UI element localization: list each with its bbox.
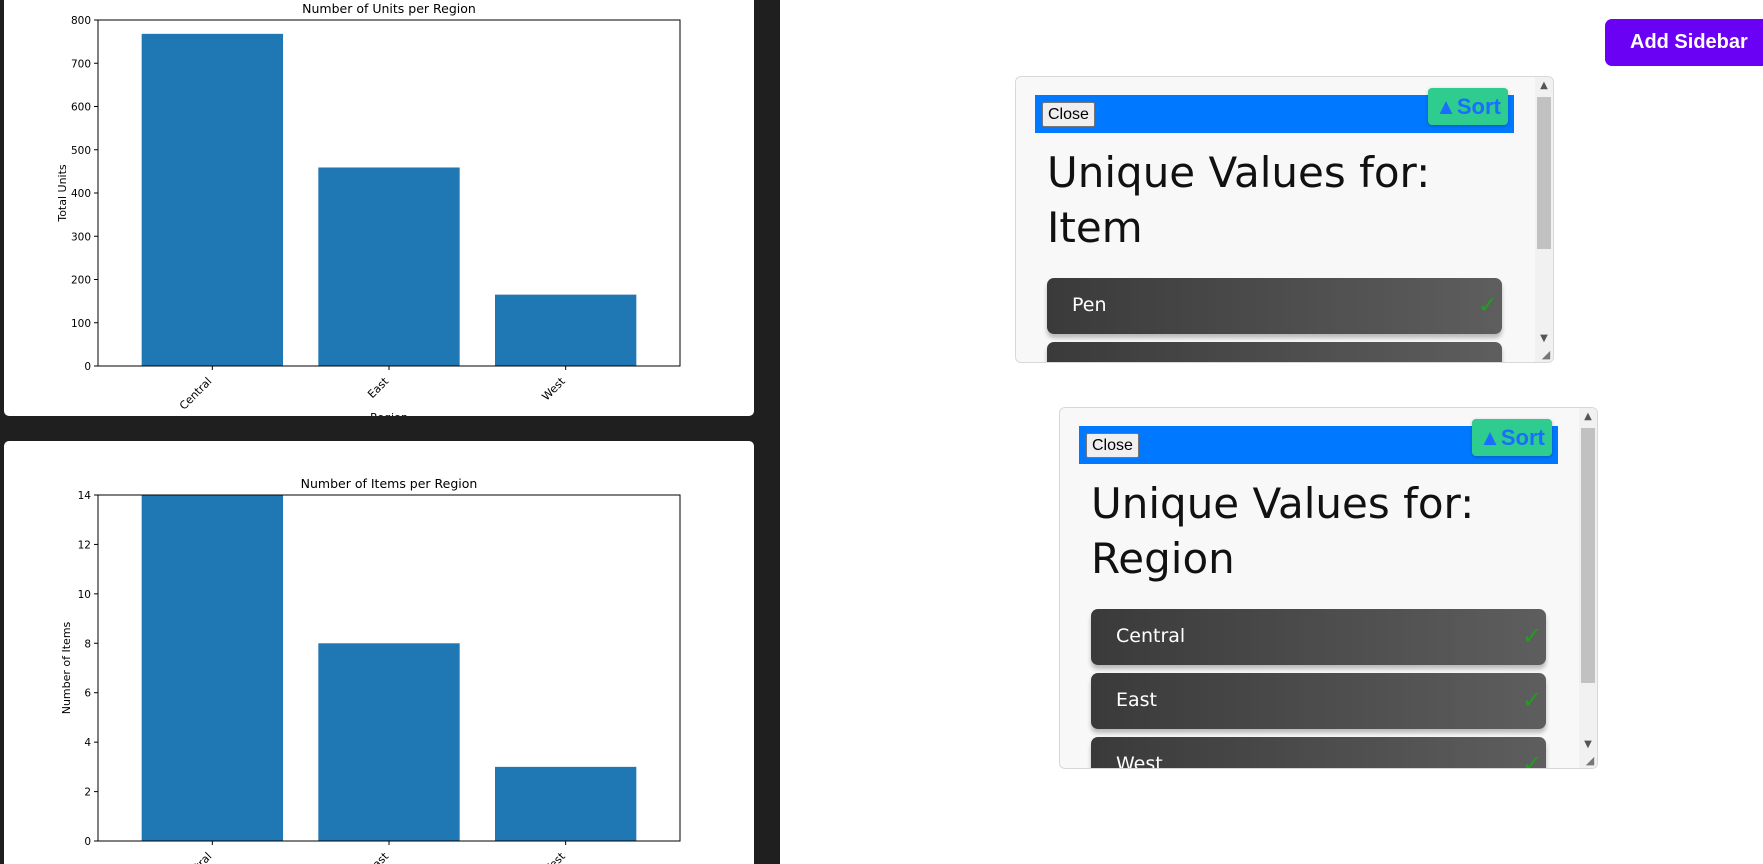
scroll-down-arrow-icon[interactable]: ▼	[1579, 738, 1597, 752]
resize-handle-icon[interactable]: ◢	[1584, 755, 1596, 767]
value-label: Pen	[1072, 294, 1107, 316]
y-tick-label: 0	[84, 836, 91, 848]
value-item[interactable]: West ✓	[1091, 737, 1546, 768]
value-list: Central ✓ East ✓ West ✓	[1091, 609, 1546, 768]
x-tick-label: East	[365, 374, 391, 400]
chart-panel: Number of Units per Region Central East Wes…	[0, 0, 780, 864]
scrollbar[interactable]: ▲ ▼	[1579, 408, 1597, 768]
close-button[interactable]: Close	[1042, 102, 1095, 127]
x-axis-label: Region	[370, 411, 408, 416]
y-tick-label: 2	[84, 787, 91, 799]
x-tick-label: Central	[177, 375, 215, 413]
items-chart-card: Number of Items per Region Central East Wes…	[4, 441, 754, 864]
chart-title: Number of Units per Region	[302, 1, 476, 16]
popup-content: Close ▲Sort Unique Values for: Region Ce…	[1060, 408, 1579, 768]
x-tick-label: West	[539, 374, 568, 403]
value-label: East	[1116, 689, 1157, 711]
y-tick-label: 10	[78, 589, 91, 601]
y-tick-label: 6	[84, 688, 91, 700]
check-icon: ✓	[1521, 622, 1542, 650]
scrollbar[interactable]: ▲ ▼	[1535, 77, 1553, 362]
y-tick-label: 12	[78, 539, 91, 551]
bar	[141, 495, 283, 841]
popup-title: Unique Values for: Region	[1091, 479, 1475, 583]
value-label: Central	[1116, 625, 1186, 647]
value-item[interactable]: Pen ✓	[1047, 278, 1502, 334]
popup-content: Close ▲Sort Unique Values for: Item Pen …	[1016, 77, 1535, 362]
bar	[495, 294, 637, 366]
scroll-down-arrow-icon[interactable]: ▼	[1535, 332, 1553, 346]
units-chart-card: Number of Units per Region Central East Wes…	[4, 0, 754, 416]
value-item[interactable]	[1047, 342, 1502, 362]
value-item[interactable]: Central ✓	[1091, 609, 1546, 665]
items-per-region-chart: Number of Items per Region Central East Wes…	[60, 476, 681, 864]
x-tick-label: West	[539, 849, 568, 864]
add-sidebar-button[interactable]: Add Sidebar	[1605, 19, 1763, 66]
chart-title: Number of Items per Region	[301, 476, 478, 491]
unique-values-popup-region: Close ▲Sort Unique Values for: Region Ce…	[1059, 407, 1598, 769]
value-label: West	[1116, 753, 1163, 768]
y-tick-label: 100	[71, 318, 91, 330]
units-per-region-chart: Number of Units per Region Central East Wes…	[56, 1, 681, 416]
scroll-up-arrow-icon[interactable]: ▲	[1579, 410, 1597, 424]
scroll-thumb[interactable]	[1581, 428, 1595, 683]
check-icon: ✓	[1477, 291, 1498, 319]
scroll-thumb[interactable]	[1537, 97, 1551, 249]
y-tick-label: 200	[71, 275, 91, 287]
y-axis-label: Total Units	[56, 164, 69, 223]
y-axis-label: Number of Items	[60, 621, 73, 714]
sort-button[interactable]: ▲Sort	[1472, 419, 1552, 456]
bar	[141, 33, 283, 367]
value-list: Pen ✓	[1047, 278, 1502, 362]
popup-header: Close ▲Sort	[1035, 88, 1514, 133]
y-tick-label: 700	[71, 58, 91, 70]
y-tick-label: 500	[71, 145, 91, 157]
popup-header: Close ▲Sort	[1079, 419, 1558, 464]
y-tick-label: 0	[84, 361, 91, 373]
sort-button[interactable]: ▲Sort	[1428, 88, 1508, 125]
scroll-up-arrow-icon[interactable]: ▲	[1535, 79, 1553, 93]
y-tick-label: 400	[71, 188, 91, 200]
y-tick-label: 300	[71, 231, 91, 243]
y-tick-label: 600	[71, 102, 91, 114]
popup-title: Unique Values for: Item	[1047, 148, 1431, 252]
y-tick-label: 8	[84, 638, 91, 650]
bar	[318, 643, 460, 841]
resize-handle-icon[interactable]: ◢	[1540, 349, 1552, 361]
close-button[interactable]: Close	[1086, 433, 1139, 458]
y-tick-label: 4	[84, 737, 91, 749]
bar	[495, 766, 637, 841]
y-tick-label: 800	[71, 15, 91, 27]
check-icon: ✓	[1521, 750, 1542, 768]
y-tick-label: 14	[78, 490, 92, 502]
x-tick-label: Central	[177, 850, 215, 864]
x-tick-label: East	[365, 849, 391, 864]
bar	[318, 167, 460, 366]
unique-values-popup-item: Close ▲Sort Unique Values for: Item Pen …	[1015, 76, 1554, 363]
value-item[interactable]: East ✓	[1091, 673, 1546, 729]
check-icon: ✓	[1521, 686, 1542, 714]
